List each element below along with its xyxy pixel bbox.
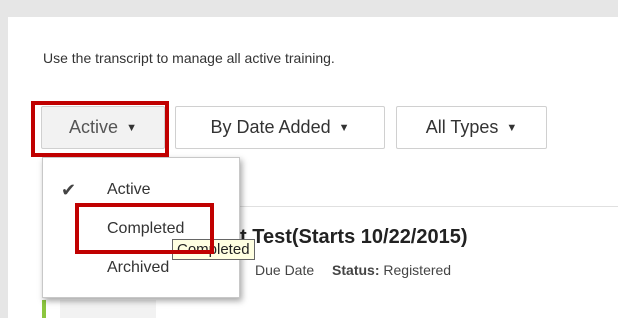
item-status-bar bbox=[42, 300, 46, 318]
checkmark-icon: ✔ bbox=[61, 179, 77, 200]
type-filter-label: All Types bbox=[425, 117, 499, 137]
status-value: Registered bbox=[383, 262, 452, 278]
due-date-label: Due Date bbox=[255, 262, 315, 278]
item-divider bbox=[240, 206, 618, 207]
sort-filter-button[interactable]: By Date Added ▼ bbox=[175, 106, 385, 149]
item-thumbnail bbox=[60, 300, 156, 318]
status-dropdown-menu: ✔ Active Completed Archived bbox=[42, 157, 240, 298]
menu-item-active[interactable]: ✔ Active bbox=[43, 171, 239, 209]
menu-item-label: Completed bbox=[107, 220, 185, 237]
sort-filter-label: By Date Added bbox=[210, 117, 331, 137]
menu-item-label: Archived bbox=[107, 259, 170, 276]
status-filter-label: Active bbox=[69, 117, 119, 137]
transcript-item-title[interactable]: t Test(Starts 10/22/2015) bbox=[240, 226, 468, 249]
status-filter-button[interactable]: Active ▼ bbox=[41, 106, 165, 149]
status-label: Status: bbox=[332, 262, 380, 278]
completed-tooltip: Completed bbox=[172, 239, 255, 260]
menu-item-label: Active bbox=[107, 181, 151, 198]
caret-down-icon: ▼ bbox=[338, 121, 350, 134]
page-subtitle: Use the transcript to manage all active … bbox=[43, 50, 335, 66]
type-filter-button[interactable]: All Types ▼ bbox=[396, 106, 547, 149]
caret-down-icon: ▼ bbox=[126, 121, 137, 134]
transcript-item-meta: Due Date Status: Registered bbox=[255, 262, 451, 278]
caret-down-icon: ▼ bbox=[506, 121, 518, 134]
